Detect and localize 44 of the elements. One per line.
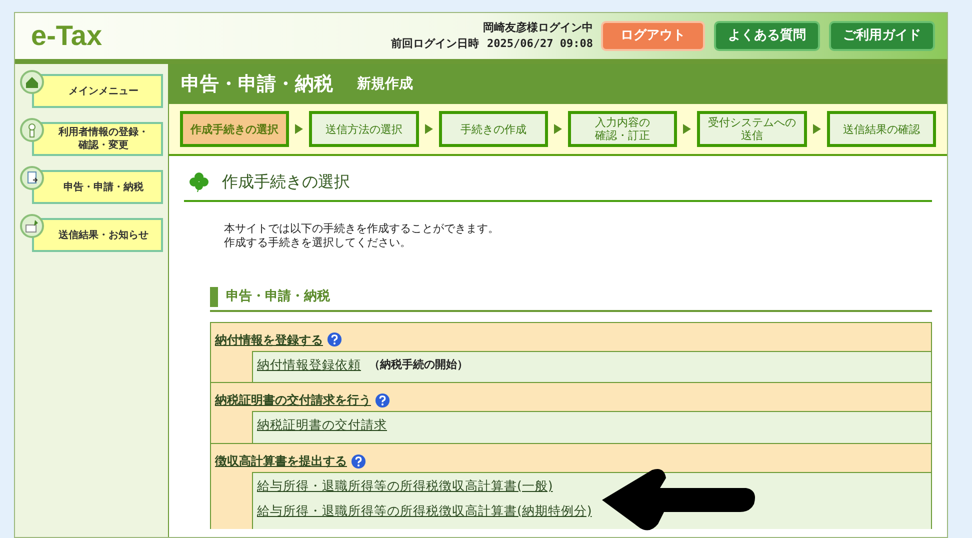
help-icon[interactable] xyxy=(327,332,342,347)
heading-marker xyxy=(210,287,218,306)
document-icon xyxy=(20,166,44,190)
step-box: 入力内容の 確認・訂正 xyxy=(568,111,678,147)
arrow-icon xyxy=(424,124,433,134)
intro-text: 作成する手続きを選択してください。 xyxy=(224,236,412,250)
help-icon[interactable] xyxy=(375,392,390,408)
procedure-link[interactable]: 給与所得・退職所得等の所得税徴収高計算書(納期特例分) xyxy=(257,502,592,520)
procedure-link[interactable]: 納税証明書の交付請求 xyxy=(257,416,387,435)
sidebar-item[interactable]: 送信結果・お知らせ xyxy=(32,218,163,252)
procedure-link[interactable]: 給与所得・退職所得等の所得税徴収高計算書(一般) xyxy=(257,477,553,496)
help-icon[interactable] xyxy=(351,454,366,468)
logo: e-Tax xyxy=(31,19,102,53)
mailbox-icon xyxy=(20,214,44,238)
login-status: 岡崎友彦様ログイン中 xyxy=(483,20,593,36)
arrow-icon xyxy=(812,124,821,134)
group-heading: 申告・申請・納税 xyxy=(226,288,330,306)
category-link[interactable]: 徴収高計算書を提出する xyxy=(215,452,347,470)
step-box: 作成手続きの選択 xyxy=(180,111,290,147)
intro-text: 本サイトでは以下の手続きを作成することができます。 xyxy=(224,222,500,236)
procedure-link[interactable]: 納付情報登録依頼 xyxy=(257,356,361,374)
arrow-icon xyxy=(554,124,562,134)
last-login-label: 前回ログイン日時 xyxy=(391,36,480,52)
arrow-icon xyxy=(683,124,692,134)
page-subtitle: 新規作成 xyxy=(357,74,413,94)
last-login-time: 2025/06/27 09:08 xyxy=(487,36,593,52)
sidebar-item[interactable]: 申告・申請・納税 xyxy=(32,170,163,204)
step-box: 受付システムへの 送信 xyxy=(697,111,807,147)
header-nav-button[interactable]: よくある質問 xyxy=(714,21,820,51)
clover-icon xyxy=(188,171,210,193)
category-link[interactable]: 納付情報を登録する xyxy=(215,330,323,348)
arrow-icon xyxy=(295,124,304,134)
header-nav-button[interactable]: ご利用ガイド xyxy=(829,21,935,51)
section-heading: 作成手続きの選択 xyxy=(222,171,350,193)
house-icon xyxy=(20,70,44,94)
person-icon xyxy=(20,118,44,142)
page-title: 申告・申請・納税 xyxy=(181,72,333,97)
procedure-note: （納税手続の開始） xyxy=(369,356,468,373)
sidebar-item[interactable]: 利用者情報の登録・ 確認・変更 xyxy=(32,122,163,156)
step-box: 送信結果の確認 xyxy=(826,111,936,147)
sidebar-item[interactable]: メインメニュー xyxy=(32,74,163,108)
step-box: 手続きの作成 xyxy=(438,111,548,147)
category-link[interactable]: 納税証明書の交付請求を行う xyxy=(215,391,371,410)
step-box: 送信方法の選択 xyxy=(309,111,419,147)
